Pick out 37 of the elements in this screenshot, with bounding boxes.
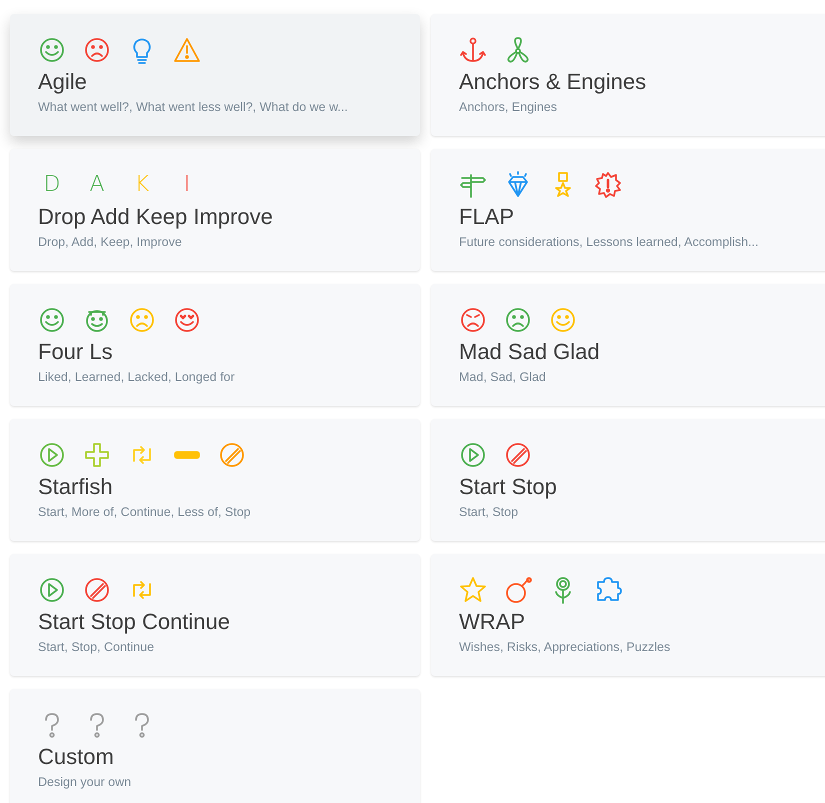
- template-title: Start Stop: [459, 473, 558, 501]
- template-description: Liked, Learned, Lacked, Longed for: [38, 369, 236, 386]
- template-card[interactable]: Mad Sad Glad Mad, Sad, Glad: [431, 284, 825, 406]
- template-card[interactable]: WRAP Wishes, Risks, Appreciations, Puzzles: [431, 554, 825, 676]
- template-title: Agile: [38, 68, 88, 96]
- letter-icon: D: [38, 171, 66, 199]
- template-description: Future considerations, Lessons learned, Accomplish...: [459, 234, 760, 251]
- template-card[interactable]: Start Stop Continue Start, Stop, Continue: [10, 554, 420, 676]
- template-description: Mad, Sad, Glad: [459, 369, 547, 386]
- template-description: What went well?, What went less well?, What do we w...: [38, 99, 349, 116]
- template-title: FLAP: [459, 203, 516, 231]
- template-title: Start Stop Continue: [38, 608, 232, 636]
- template-card[interactable]: D A K I Drop Add Keep Improve Drop, Add, Keep, Improve: [10, 149, 420, 271]
- template-card[interactable]: Four Ls Liked, Learned, Lacked, Longed for: [10, 284, 420, 406]
- template-card[interactable]: Anchors & Engines Anchors, Engines: [431, 14, 825, 136]
- template-title: Custom: [38, 743, 115, 771]
- template-description: Design your own: [38, 774, 132, 791]
- template-description: Start, Stop: [459, 504, 520, 521]
- template-title: Anchors & Engines: [459, 68, 648, 96]
- template-description: Wishes, Risks, Appreciations, Puzzles: [459, 639, 672, 656]
- template-title: Mad Sad Glad: [459, 338, 601, 366]
- template-card[interactable]: Start Stop Start, Stop: [431, 419, 825, 541]
- template-card[interactable]: FLAP Future considerations, Lessons learned, Accomplish...: [431, 149, 825, 271]
- letter-icon: A: [83, 171, 111, 199]
- template-description: Start, More of, Continue, Less of, Stop: [38, 504, 252, 521]
- template-description: Anchors, Engines: [459, 99, 558, 116]
- template-card[interactable]: Custom Design your own: [10, 689, 420, 803]
- letter-icon: I: [173, 171, 201, 199]
- template-title: Four Ls: [38, 338, 114, 366]
- template-description: Drop, Add, Keep, Improve: [38, 234, 183, 251]
- template-description: Start, Stop, Continue: [38, 639, 156, 656]
- template-card[interactable]: Agile What went well?, What went less well?, What do we w...: [10, 14, 420, 136]
- template-title: Drop Add Keep Improve: [38, 203, 274, 231]
- letter-icon: K: [128, 171, 156, 199]
- template-title: WRAP: [459, 608, 526, 636]
- template-title: Starfish: [38, 473, 114, 501]
- template-card[interactable]: Starfish Start, More of, Continue, Less of, Stop: [10, 419, 420, 541]
